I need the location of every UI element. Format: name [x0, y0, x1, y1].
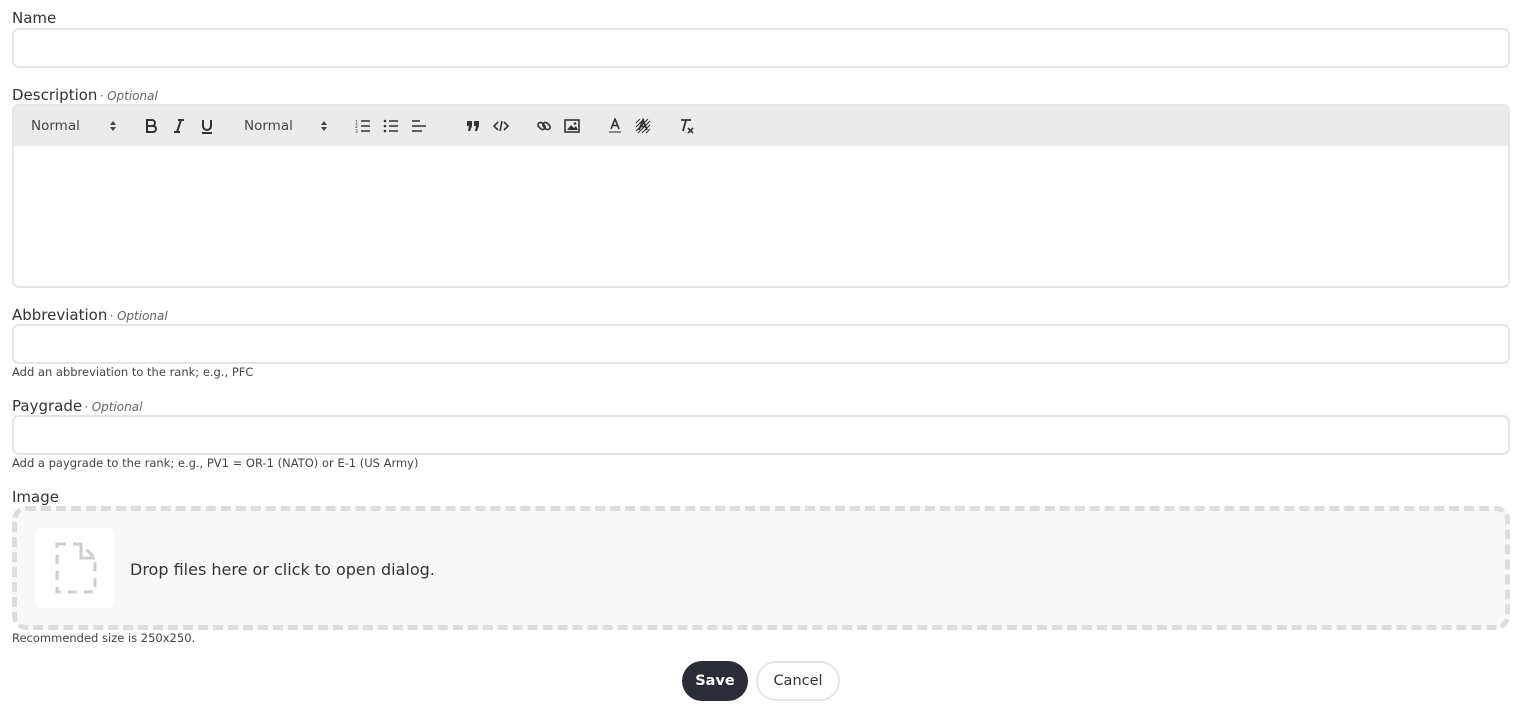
- description-label: Description · Optional: [12, 86, 158, 104]
- updown-arrow-icon: [321, 121, 327, 131]
- size-picker[interactable]: Normal: [244, 114, 328, 138]
- code-block-icon: [493, 120, 509, 132]
- background-color-icon: [635, 118, 651, 134]
- optional-tag: · Optional: [109, 309, 168, 323]
- clear-format-icon: [681, 119, 694, 134]
- link-icon: [537, 121, 551, 131]
- header-picker[interactable]: Normal: [31, 114, 117, 138]
- underline-button[interactable]: [196, 114, 218, 138]
- text-color-button[interactable]: [604, 114, 626, 138]
- ordered-list-icon: 123: [355, 120, 370, 133]
- image-help: Recommended size is 250x250.: [12, 631, 196, 645]
- editor-toolbar: Normal Normal 123: [14, 106, 1508, 146]
- underline-icon: [202, 120, 212, 134]
- image-label: Image: [12, 488, 59, 506]
- description-text-area[interactable]: [14, 146, 1508, 286]
- text-color-icon: [609, 118, 621, 133]
- optional-tag: · Optional: [84, 400, 143, 414]
- align-icon: [412, 120, 426, 132]
- abbreviation-help: Add an abbreviation to the rank; e.g., P…: [12, 365, 254, 379]
- name-input[interactable]: [12, 28, 1510, 68]
- abbreviation-input[interactable]: [12, 324, 1510, 364]
- italic-icon: [174, 119, 184, 133]
- paygrade-input[interactable]: [12, 415, 1510, 455]
- file-preview-tile: [35, 528, 115, 608]
- name-label: Name: [12, 9, 57, 27]
- svg-text:3: 3: [355, 129, 358, 133]
- background-color-button[interactable]: [632, 114, 654, 138]
- code-block-button[interactable]: [490, 114, 512, 138]
- optional-tag: · Optional: [99, 89, 158, 103]
- clear-format-button[interactable]: [676, 114, 698, 138]
- rank-form: Name Description · Optional Normal Normal: [0, 0, 1522, 716]
- blockquote-button[interactable]: [462, 114, 484, 138]
- image-button[interactable]: [561, 114, 583, 138]
- file-placeholder-icon: [55, 542, 97, 594]
- size-picker-label: Normal: [244, 118, 293, 134]
- bullet-list-button[interactable]: [380, 114, 402, 138]
- updown-arrow-icon: [110, 121, 116, 131]
- image-icon: [564, 119, 580, 133]
- align-button[interactable]: [408, 114, 430, 138]
- bullet-list-icon: [383, 119, 398, 133]
- bold-icon: [146, 119, 157, 133]
- image-dropzone[interactable]: Drop files here or click to open dialog.: [12, 506, 1510, 630]
- cancel-button[interactable]: Cancel: [756, 661, 840, 701]
- bold-button[interactable]: [140, 114, 162, 138]
- abbreviation-label: Abbreviation · Optional: [12, 306, 168, 324]
- italic-button[interactable]: [168, 114, 190, 138]
- paygrade-label: Paygrade · Optional: [12, 397, 143, 415]
- description-editor: Normal Normal 123: [12, 104, 1510, 288]
- blockquote-icon: [467, 121, 479, 131]
- ordered-list-button[interactable]: 123: [352, 114, 374, 138]
- header-picker-label: Normal: [31, 118, 80, 134]
- link-button[interactable]: [533, 114, 555, 138]
- paygrade-help: Add a paygrade to the rank; e.g., PV1 = …: [12, 456, 419, 470]
- dropzone-text: Drop files here or click to open dialog.: [130, 560, 435, 579]
- save-button[interactable]: Save: [682, 661, 748, 701]
